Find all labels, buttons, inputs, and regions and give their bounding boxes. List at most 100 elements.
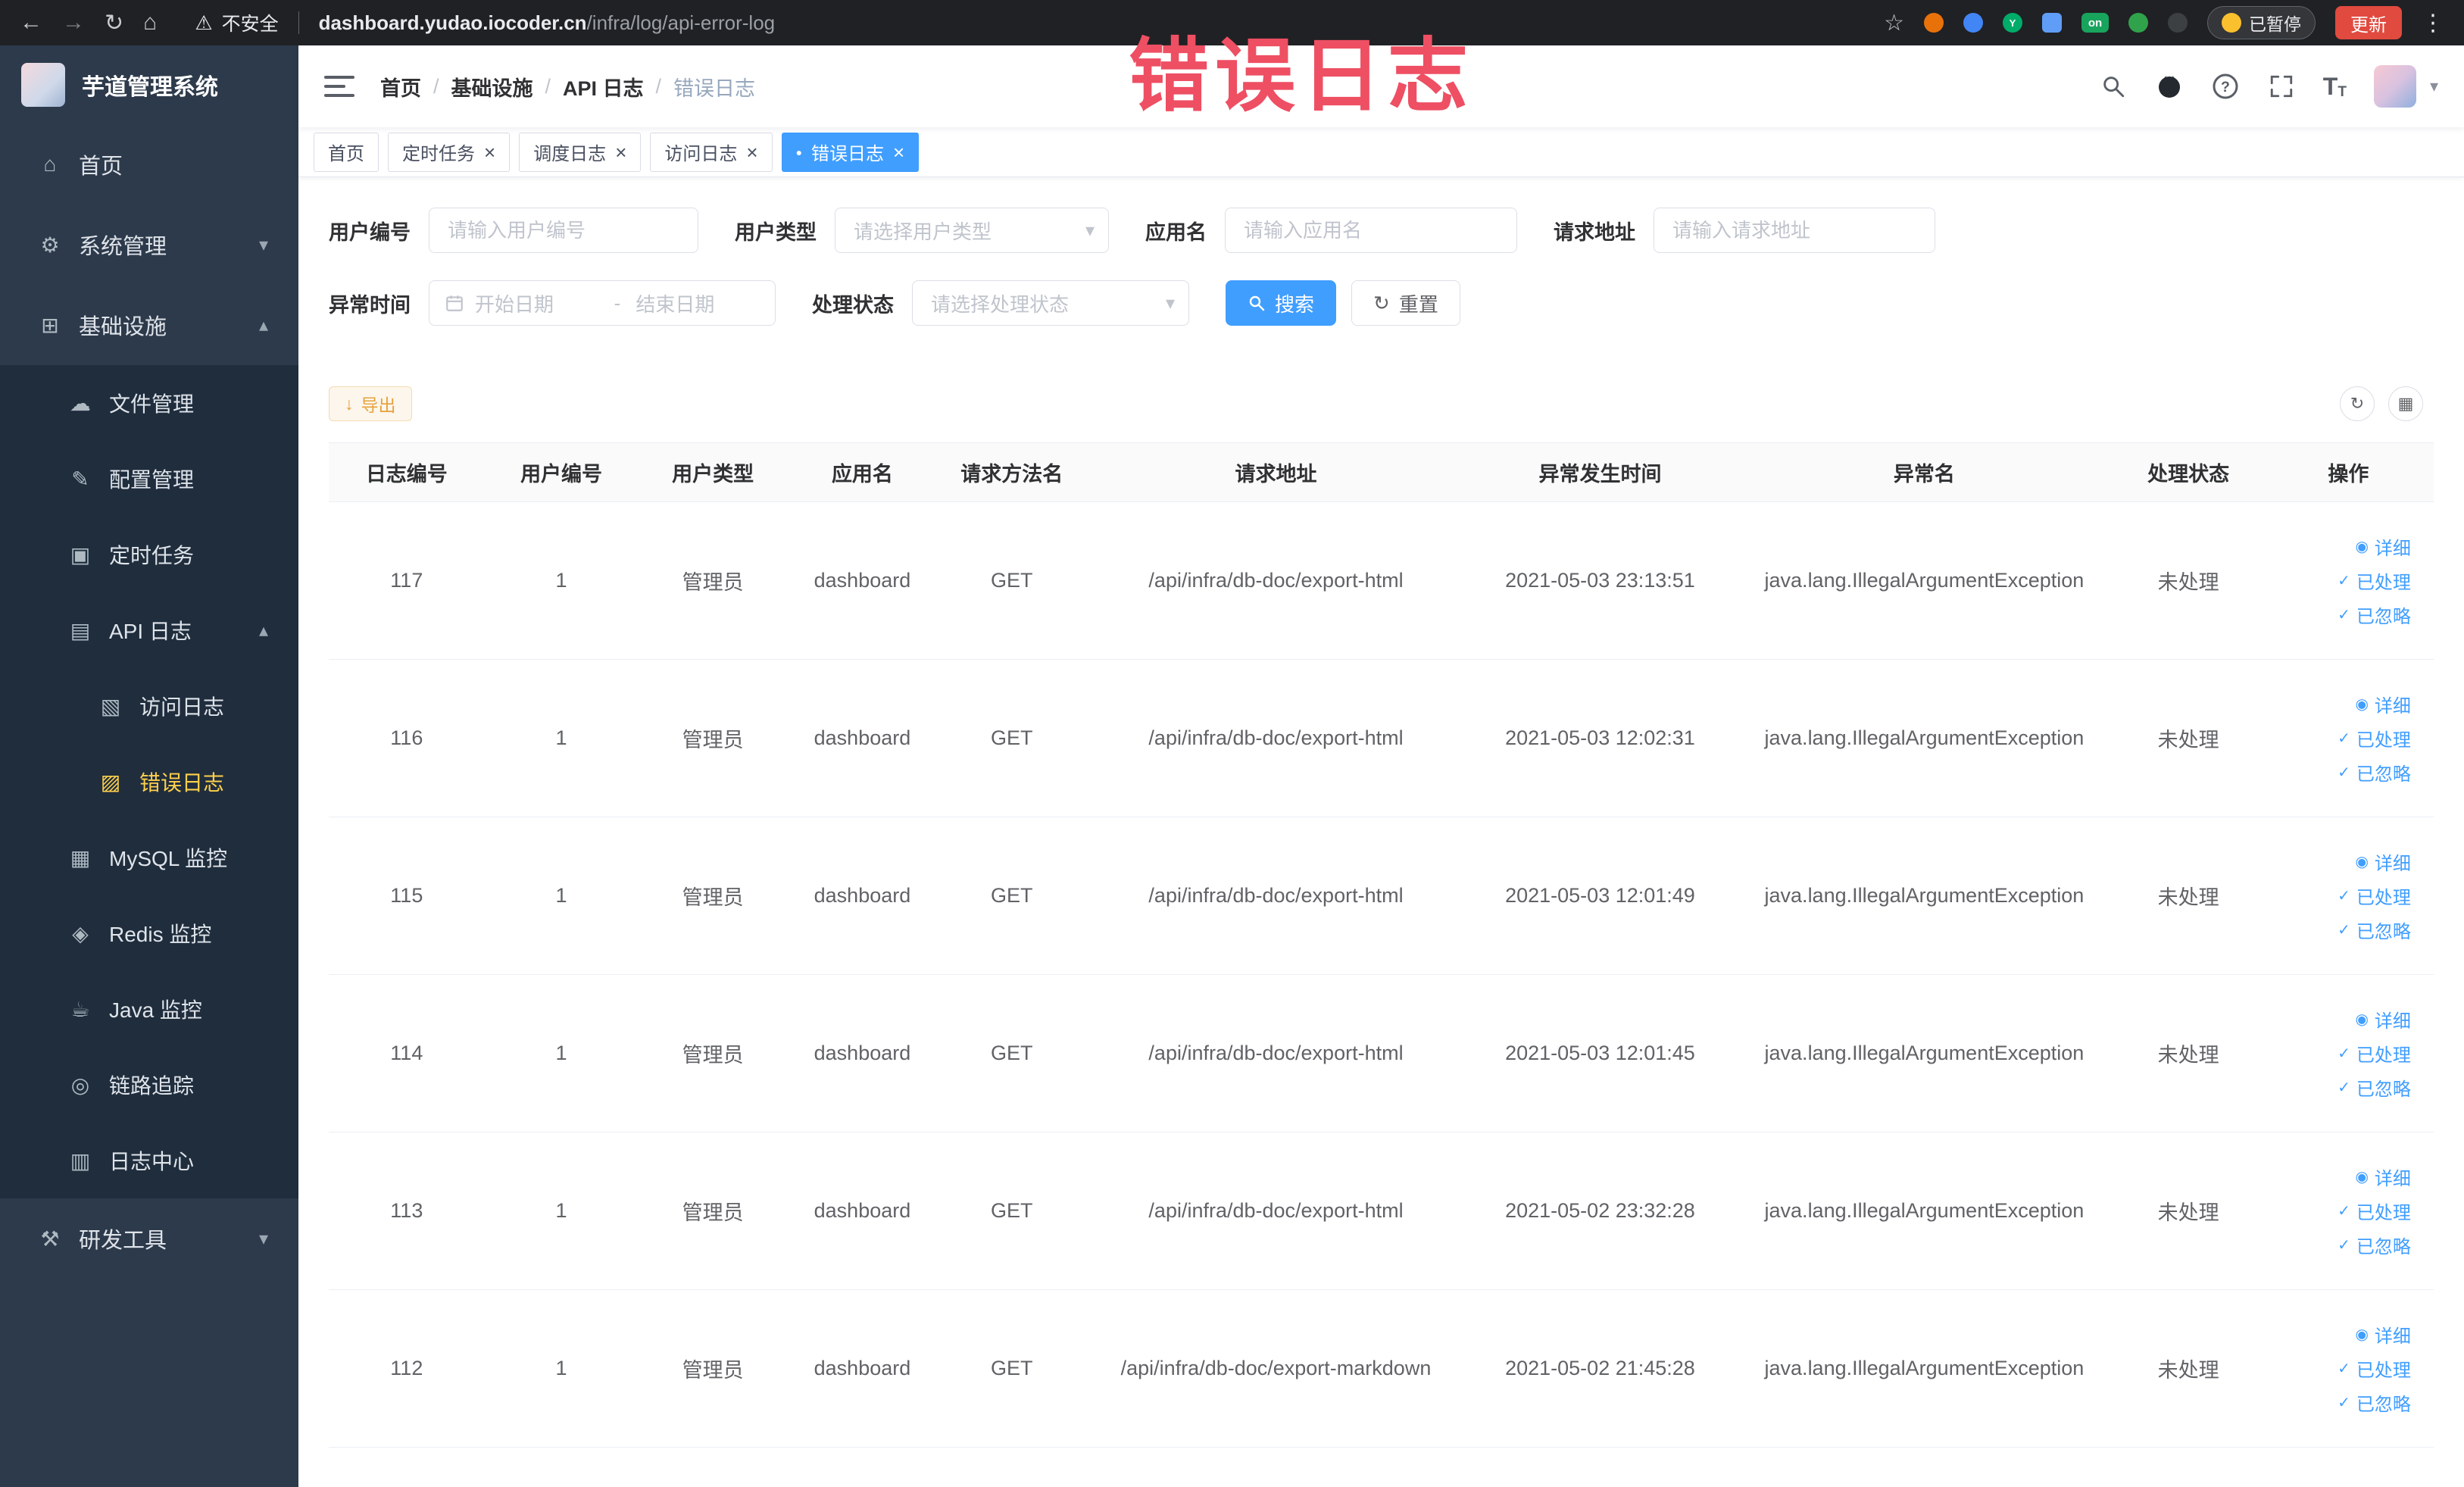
calendar-icon: [446, 295, 463, 311]
detail-link[interactable]: ◉ 详细: [2355, 1006, 2410, 1032]
close-icon[interactable]: ×: [746, 142, 757, 162]
sidebar-item-java-monitor[interactable]: ☕ Java 监控: [0, 971, 298, 1047]
breadcrumb-item[interactable]: 基础设施: [451, 72, 533, 102]
fullscreen-icon[interactable]: [2267, 72, 2296, 101]
extension-icon[interactable]: [1963, 13, 1983, 33]
sidebar-item-scheduled-jobs[interactable]: ▣ 定时任务: [0, 517, 298, 592]
bookmark-star-icon[interactable]: ☆: [1884, 10, 1904, 36]
help-icon[interactable]: ?: [2211, 72, 2240, 101]
tab-home[interactable]: 首页: [314, 132, 379, 172]
request-url-input[interactable]: [1654, 208, 1935, 253]
close-icon[interactable]: ×: [484, 142, 495, 162]
tab-schedule-log[interactable]: 调度日志 ×: [519, 132, 642, 172]
filter-label: 请求地址: [1554, 220, 1635, 244]
warning-icon: ⚠: [195, 11, 213, 34]
sidebar-item-mysql-monitor[interactable]: ▦ MySQL 监控: [0, 820, 298, 895]
breadcrumb-separator: /: [433, 74, 439, 98]
back-icon[interactable]: ←: [20, 10, 42, 36]
paused-badge[interactable]: 已暂停: [2207, 6, 2316, 39]
browser-menu-icon[interactable]: ⋮: [2422, 10, 2444, 36]
sidebar-item-system-management[interactable]: ⚙ 系统管理 ▾: [0, 205, 298, 285]
sidebar-item-api-log[interactable]: ▤ API 日志 ▴: [0, 592, 298, 668]
search-button[interactable]: 搜索: [1226, 280, 1337, 326]
table-row: 113 1 管理员 dashboard GET /api/infra/db-do…: [329, 1132, 2434, 1290]
actions-cell: ◉ 详细 ✓ 已处理 ✓ 已忽略: [2263, 660, 2434, 817]
check-icon: ✓: [2338, 764, 2350, 781]
app-name-input[interactable]: [1225, 208, 1517, 253]
caret-down-icon[interactable]: ▾: [2430, 77, 2438, 96]
user-type-cell: 管理员: [682, 729, 744, 751]
forward-icon[interactable]: →: [62, 10, 85, 36]
sidebar-item-error-log[interactable]: ▨ 错误日志: [0, 744, 298, 820]
extension-icon[interactable]: Y: [2003, 13, 2022, 33]
ignored-label: 已忽略: [2356, 922, 2411, 942]
tab-access-log[interactable]: 访问日志 ×: [650, 132, 773, 172]
browser-home-icon[interactable]: ⌂: [143, 10, 157, 36]
processed-link[interactable]: ✓ 已处理: [2338, 1198, 2411, 1224]
sidebar-item-access-log[interactable]: ▧ 访问日志: [0, 668, 298, 744]
extension-icon[interactable]: on: [2081, 13, 2109, 33]
eye-icon: ◉: [2355, 695, 2369, 713]
sidebar-item-redis-monitor[interactable]: ◈ Redis 监控: [0, 895, 298, 971]
sidebar-item-log-center[interactable]: ▥ 日志中心: [0, 1123, 298, 1198]
user-avatar[interactable]: [2373, 65, 2416, 108]
sidebar-item-config-management[interactable]: ✎ 配置管理: [0, 441, 298, 517]
column-settings-button[interactable]: ▦: [2388, 386, 2423, 421]
detail-link[interactable]: ◉ 详细: [2355, 691, 2410, 717]
reset-button[interactable]: ↻ 重置: [1351, 280, 1460, 326]
extension-icon[interactable]: [2128, 13, 2148, 33]
infrastructure-icon: ⊞: [41, 313, 59, 337]
ignored-link[interactable]: ✓ 已忽略: [2338, 1389, 2411, 1416]
processed-label: 已处理: [2356, 730, 2411, 751]
sidebar-item-trace[interactable]: ◎ 链路追踪: [0, 1047, 298, 1123]
processed-link[interactable]: ✓ 已处理: [2338, 1040, 2411, 1067]
breadcrumb-item[interactable]: 首页: [380, 72, 421, 102]
export-button[interactable]: ↓ 导出: [329, 386, 412, 421]
ignored-link[interactable]: ✓ 已忽略: [2338, 601, 2411, 628]
search-icon[interactable]: [2099, 72, 2128, 101]
security-chip[interactable]: ⚠ 不安全: [195, 9, 278, 36]
ignored-link[interactable]: ✓ 已忽略: [2338, 1232, 2411, 1258]
process-status-select[interactable]: 请选择处理状态 ▾: [912, 280, 1189, 326]
job-icon: ▣: [70, 542, 91, 567]
processed-link[interactable]: ✓ 已处理: [2338, 725, 2411, 751]
sidebar-item-infrastructure[interactable]: ⊞ 基础设施 ▴: [0, 285, 298, 365]
github-icon[interactable]: [2155, 72, 2184, 101]
ignored-link[interactable]: ✓ 已忽略: [2338, 759, 2411, 786]
extension-icon[interactable]: [2168, 13, 2188, 33]
status-cell: 未处理: [2157, 571, 2219, 594]
detail-link[interactable]: ◉ 详细: [2355, 533, 2410, 560]
reload-icon[interactable]: ↻: [105, 10, 123, 36]
log-id-cell: 115: [390, 884, 423, 907]
time-cell: 2021-05-03 12:02:31: [1505, 726, 1695, 749]
processed-link[interactable]: ✓ 已处理: [2338, 567, 2411, 594]
eye-icon: ◉: [2355, 1168, 2369, 1186]
breadcrumb-item[interactable]: API 日志: [563, 72, 644, 102]
close-icon[interactable]: ×: [893, 142, 904, 162]
detail-link[interactable]: ◉ 详细: [2355, 848, 2410, 875]
table-row: 114 1 管理员 dashboard GET /api/infra/db-do…: [329, 975, 2434, 1132]
logo[interactable]: 芋道管理系统: [0, 45, 298, 124]
extension-icon[interactable]: [2042, 13, 2062, 33]
date-range-picker[interactable]: 开始日期 - 结束日期: [429, 280, 776, 326]
address-bar[interactable]: dashboard.yudao.iocoder.cn/infra/log/api…: [319, 11, 776, 35]
detail-link[interactable]: ◉ 详细: [2355, 1164, 2410, 1190]
menu-toggle-icon[interactable]: [324, 76, 354, 97]
update-button[interactable]: 更新: [2335, 6, 2402, 39]
font-size-icon[interactable]: TT: [2323, 73, 2347, 101]
sidebar-item-dev-tools[interactable]: ⚒ 研发工具 ▾: [0, 1198, 298, 1279]
user-type-select[interactable]: 请选择用户类型 ▾: [835, 208, 1109, 253]
refresh-button[interactable]: ↻: [2340, 386, 2375, 421]
tab-scheduled-jobs[interactable]: 定时任务 ×: [388, 132, 511, 172]
ignored-link[interactable]: ✓ 已忽略: [2338, 1074, 2411, 1101]
close-icon[interactable]: ×: [615, 142, 626, 162]
tab-error-log[interactable]: ● 错误日志 ×: [781, 132, 920, 172]
extension-icon[interactable]: [1924, 13, 1944, 33]
ignored-link[interactable]: ✓ 已忽略: [2338, 917, 2411, 943]
processed-link[interactable]: ✓ 已处理: [2338, 883, 2411, 909]
sidebar-item-home[interactable]: ⌂ 首页: [0, 124, 298, 205]
user-id-input[interactable]: [429, 208, 698, 253]
detail-link[interactable]: ◉ 详细: [2355, 1321, 2410, 1348]
processed-link[interactable]: ✓ 已处理: [2338, 1355, 2411, 1382]
sidebar-item-file-management[interactable]: ☁ 文件管理: [0, 365, 298, 441]
